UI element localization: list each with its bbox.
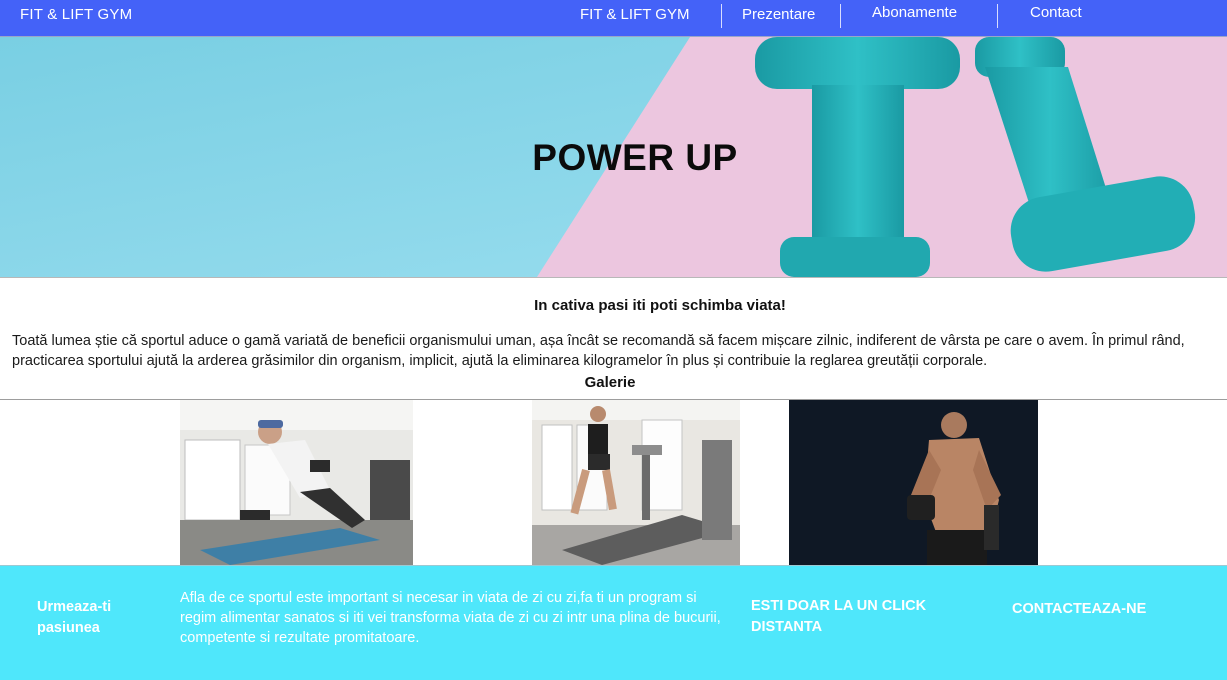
hero-banner: POWER UP [0, 37, 1227, 278]
bodybuilder-dumbbell-photo [789, 400, 1038, 565]
nav-item-prezentare[interactable]: Prezentare [742, 6, 815, 23]
nav-divider [840, 4, 841, 28]
woman-treadmill-photo [532, 400, 740, 565]
nav-divider [721, 4, 722, 28]
contact-us-link[interactable]: CONTACTEAZA-NE [1012, 601, 1146, 617]
brand-logo-text[interactable]: FIT & LIFT GYM [20, 6, 132, 23]
nav-item-home[interactable]: FIT & LIFT GYM [580, 6, 689, 23]
gallery-heading: Galerie [584, 374, 636, 391]
man-dumbbell-plank-photo [180, 400, 413, 565]
footer-description: Afla de ce sportul este important si nec… [180, 590, 721, 646]
intro-heading: In cativa pasi iti poti schimba viata! [534, 297, 786, 314]
nav-divider [997, 4, 998, 28]
footer: Urmeaza-ti pasiunea Afla de ce sportul e… [0, 565, 1227, 680]
footer-tagline: Urmeaza-ti pasiunea [37, 599, 112, 636]
gallery-photo-bodybuilder [789, 400, 1038, 565]
gallery-photo-treadmill [532, 400, 740, 565]
hero-title: POWER UP [532, 137, 738, 178]
intro-paragraph-1: Toată lumea știe că sportul aduce o gamă… [12, 333, 1088, 349]
nav-item-contact[interactable]: Contact [1030, 4, 1082, 21]
intro-text: Toată lumea știe că sportul aduce o gamă… [12, 331, 1192, 371]
gallery-photo-plank [180, 400, 413, 565]
top-navbar: FIT & LIFT GYM FIT & LIFT GYM Prezentare… [0, 0, 1227, 37]
nav-item-abonamente[interactable]: Abonamente [872, 4, 957, 21]
click-distance-link[interactable]: ESTI DOAR LA UN CLICK DISTANTA [751, 596, 951, 638]
